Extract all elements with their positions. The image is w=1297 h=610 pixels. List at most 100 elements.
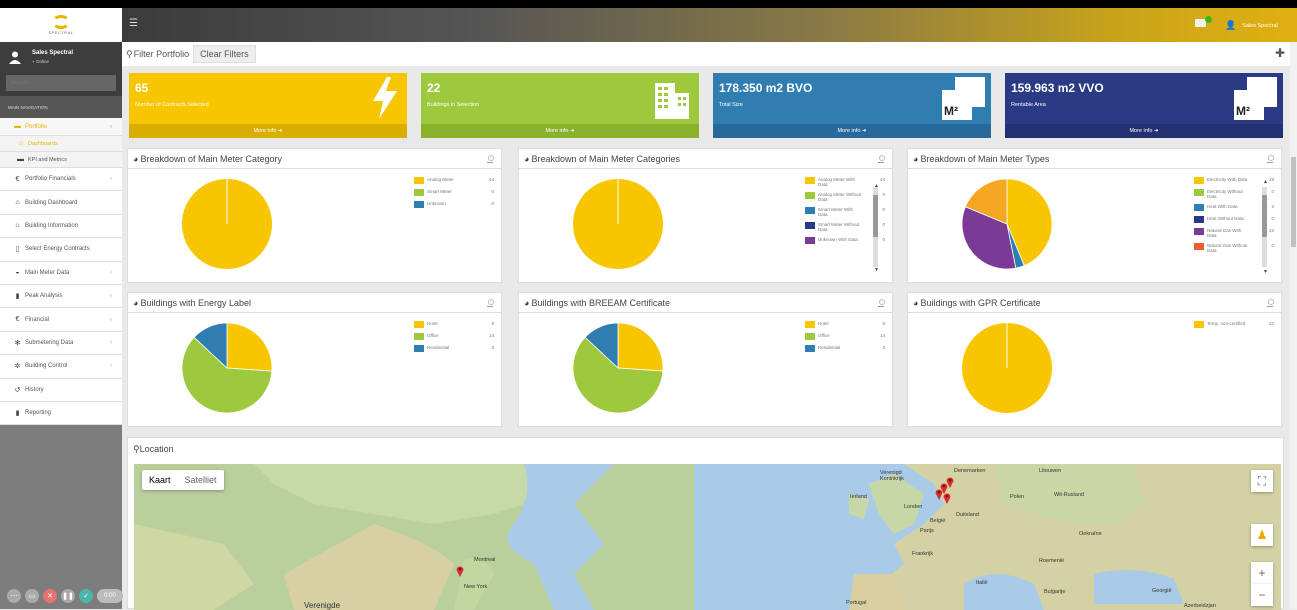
legend-swatch — [1194, 216, 1204, 223]
sidebar-item-label: Peak Analysis — [25, 293, 63, 300]
map-marker-pin[interactable] — [935, 488, 943, 500]
sidebar-item-label: Select Energy Contracts — [25, 246, 90, 253]
scroll-down-icon[interactable]: ▼ — [1263, 269, 1268, 275]
map[interactable]: Kaart Satelliet ⛶ ♟ + − Verenigd Koninkr… — [134, 464, 1281, 610]
panel-title: Buildings with GPR Certificate — [920, 297, 1041, 308]
fullscreen-button[interactable]: ⛶ — [1251, 470, 1273, 492]
map-label: Oekraïne — [1079, 531, 1102, 537]
sidebar-item-kpi-metrics[interactable]: ▬ KPI and Metrics — [0, 152, 122, 168]
legend-item[interactable]: Hotel 6 — [414, 321, 494, 328]
panel-toggle-icon[interactable] — [487, 299, 494, 307]
legend-item[interactable]: Electricity With Data 28 — [1194, 177, 1274, 184]
legend-item[interactable]: Temp. non-certified 22 — [1194, 321, 1274, 328]
map-marker-pin[interactable] — [946, 476, 954, 488]
scroll-thumb[interactable] — [1262, 195, 1267, 237]
panel-header: ◕ Breakdown of Main Meter Categories — [519, 149, 892, 169]
legend-label: Hotel — [427, 321, 438, 326]
more-info-link[interactable]: More info ➜ — [421, 124, 699, 138]
sidebar-item-history[interactable]: ↺ History — [0, 378, 122, 402]
legend-count: 44 — [879, 177, 885, 182]
legend-scrollbar[interactable] — [873, 187, 878, 267]
clear-filters-button[interactable]: Clear Filters — [193, 45, 256, 63]
search-input[interactable] — [6, 75, 116, 91]
map-marker-pin[interactable] — [943, 492, 951, 504]
panel-toggle-icon[interactable] — [1267, 155, 1274, 163]
legend-label: Office — [818, 333, 830, 338]
legend-item[interactable]: Residential 3 — [805, 345, 885, 352]
chevron-left-icon: ‹ — [110, 363, 112, 370]
sidebar-item-peak-analysis[interactable]: ▮ Peak Analysis ‹ — [0, 284, 122, 309]
gear-icon: ✲ — [14, 363, 21, 371]
legend-item[interactable]: Hotel 6 — [805, 321, 885, 328]
expand-plus-icon[interactable]: ✚ — [1275, 46, 1285, 60]
sidebar-item-dashboards[interactable]: ⌂ Dashboards — [0, 136, 122, 152]
sidebar-item-building-control[interactable]: ✲ Building Control ‹ — [0, 355, 122, 379]
legend-item[interactable]: Office 14 — [414, 333, 494, 340]
more-info-link[interactable]: More info ➜ — [1005, 124, 1283, 138]
lightning-icon — [373, 77, 397, 119]
camera-icon[interactable]: ▭ — [25, 589, 39, 603]
chart-panel: ◕ Breakdown of Main Meter Category Analog… — [127, 148, 502, 283]
scroll-thumb[interactable] — [873, 195, 878, 237]
arrow-circle-right-icon: ➜ — [1153, 128, 1159, 134]
sidebar-item-building-information[interactable]: ⌂ Building Information — [0, 214, 122, 239]
building-icon — [655, 83, 689, 119]
arrow-circle-right-icon: ➜ — [277, 128, 283, 134]
sidebar-item-submetering-data[interactable]: ✻ Submetering Data ‹ — [0, 331, 122, 356]
legend-count: 0 — [882, 207, 885, 212]
more-icon[interactable]: ⋯ — [7, 589, 21, 603]
map-label: Polen — [1010, 494, 1025, 500]
panel-toggle-icon[interactable] — [878, 155, 885, 163]
panel-toggle-icon[interactable] — [1267, 299, 1274, 307]
pause-icon[interactable]: ❚❚ — [61, 589, 75, 603]
sidebar-item-financial[interactable]: € Financial ‹ — [0, 308, 122, 332]
sidebar-item-building-dashboard[interactable]: ⌂ Building Dashboard — [0, 191, 122, 215]
map-type-kaart[interactable]: Kaart — [142, 470, 178, 490]
brand-logo[interactable]: SPECTRAL — [0, 8, 122, 42]
legend-item[interactable]: Unknown 0 — [414, 201, 494, 208]
chart-panel: ◕ Breakdown of Main Meter Types Electrici… — [907, 148, 1282, 283]
stat-box-buildings: 22 Buildings in Selection More info ➜ — [421, 73, 699, 138]
street-view-pegman-icon[interactable]: ♟ — [1251, 524, 1273, 546]
filter-portfolio-label[interactable]: Filter Portfolio — [134, 49, 190, 59]
sidebar-item-reporting[interactable]: ▮ Reporting — [0, 401, 122, 426]
zoom-in-button[interactable]: + — [1251, 562, 1273, 584]
pie-chart — [181, 322, 273, 414]
sidebar-item-main-meter-data[interactable]: ◒ Main Meter Data ‹ — [0, 261, 122, 285]
sidebar-item-portfolio[interactable]: ▬ Portfolio ‹ — [0, 118, 122, 136]
page-scrollbar[interactable] — [1290, 42, 1297, 609]
map-marker-pin[interactable] — [456, 565, 464, 577]
scroll-thumb[interactable] — [1291, 157, 1296, 247]
more-info-link[interactable]: More info ➜ — [713, 124, 991, 138]
legend-swatch — [1194, 189, 1204, 196]
recorder-controls: ⋯ ▭ ✕ ❚❚ ✓ 0:00 — [7, 589, 123, 603]
legend-item[interactable]: Office 14 — [805, 333, 885, 340]
check-icon[interactable]: ✓ — [79, 589, 93, 603]
scroll-down-icon[interactable]: ▼ — [874, 267, 879, 273]
legend-item[interactable]: Smart Meter 0 — [414, 189, 494, 196]
close-icon[interactable]: ✕ — [43, 589, 57, 603]
legend-swatch — [805, 207, 815, 214]
chart-panel: ◕ Breakdown of Main Meter Categories Anal… — [518, 148, 893, 283]
panel-toggle-icon[interactable] — [487, 155, 494, 163]
scroll-up-icon[interactable]: ▲ — [874, 183, 879, 189]
legend-item[interactable]: Analog Meter With Data 44 — [805, 177, 885, 187]
panel-toggle-icon[interactable] — [878, 299, 885, 307]
pie-chart-icon: ◕ — [133, 297, 139, 308]
topbar-user-menu[interactable]: 👤 Sales Spectral — [1225, 20, 1278, 31]
zoom-out-button[interactable]: − — [1251, 584, 1273, 606]
legend-item[interactable]: Analog Meter 44 — [414, 177, 494, 184]
scroll-up-icon[interactable]: ▲ — [1263, 179, 1268, 185]
pie-slice[interactable] — [617, 322, 664, 372]
pie-slice[interactable] — [226, 322, 273, 372]
legend-item[interactable]: Residential 3 — [414, 345, 494, 352]
legend-scrollbar[interactable] — [1262, 187, 1267, 267]
stat-label: Number of Contracts Selected — [135, 102, 209, 108]
sidebar-item-portfolio-financials[interactable]: € Portfolio Financials ‹ — [0, 168, 122, 192]
legend-swatch — [414, 177, 424, 184]
sidebar-item-select-energy-contracts[interactable]: ▯ Select Energy Contracts — [0, 238, 122, 262]
more-info-link[interactable]: More info ➜ — [129, 124, 407, 138]
stat-box-contracts: 65 Number of Contracts Selected More inf… — [129, 73, 407, 138]
map-type-satelliet[interactable]: Satelliet — [178, 470, 224, 490]
menu-toggle-icon[interactable]: ☰ — [129, 18, 138, 29]
